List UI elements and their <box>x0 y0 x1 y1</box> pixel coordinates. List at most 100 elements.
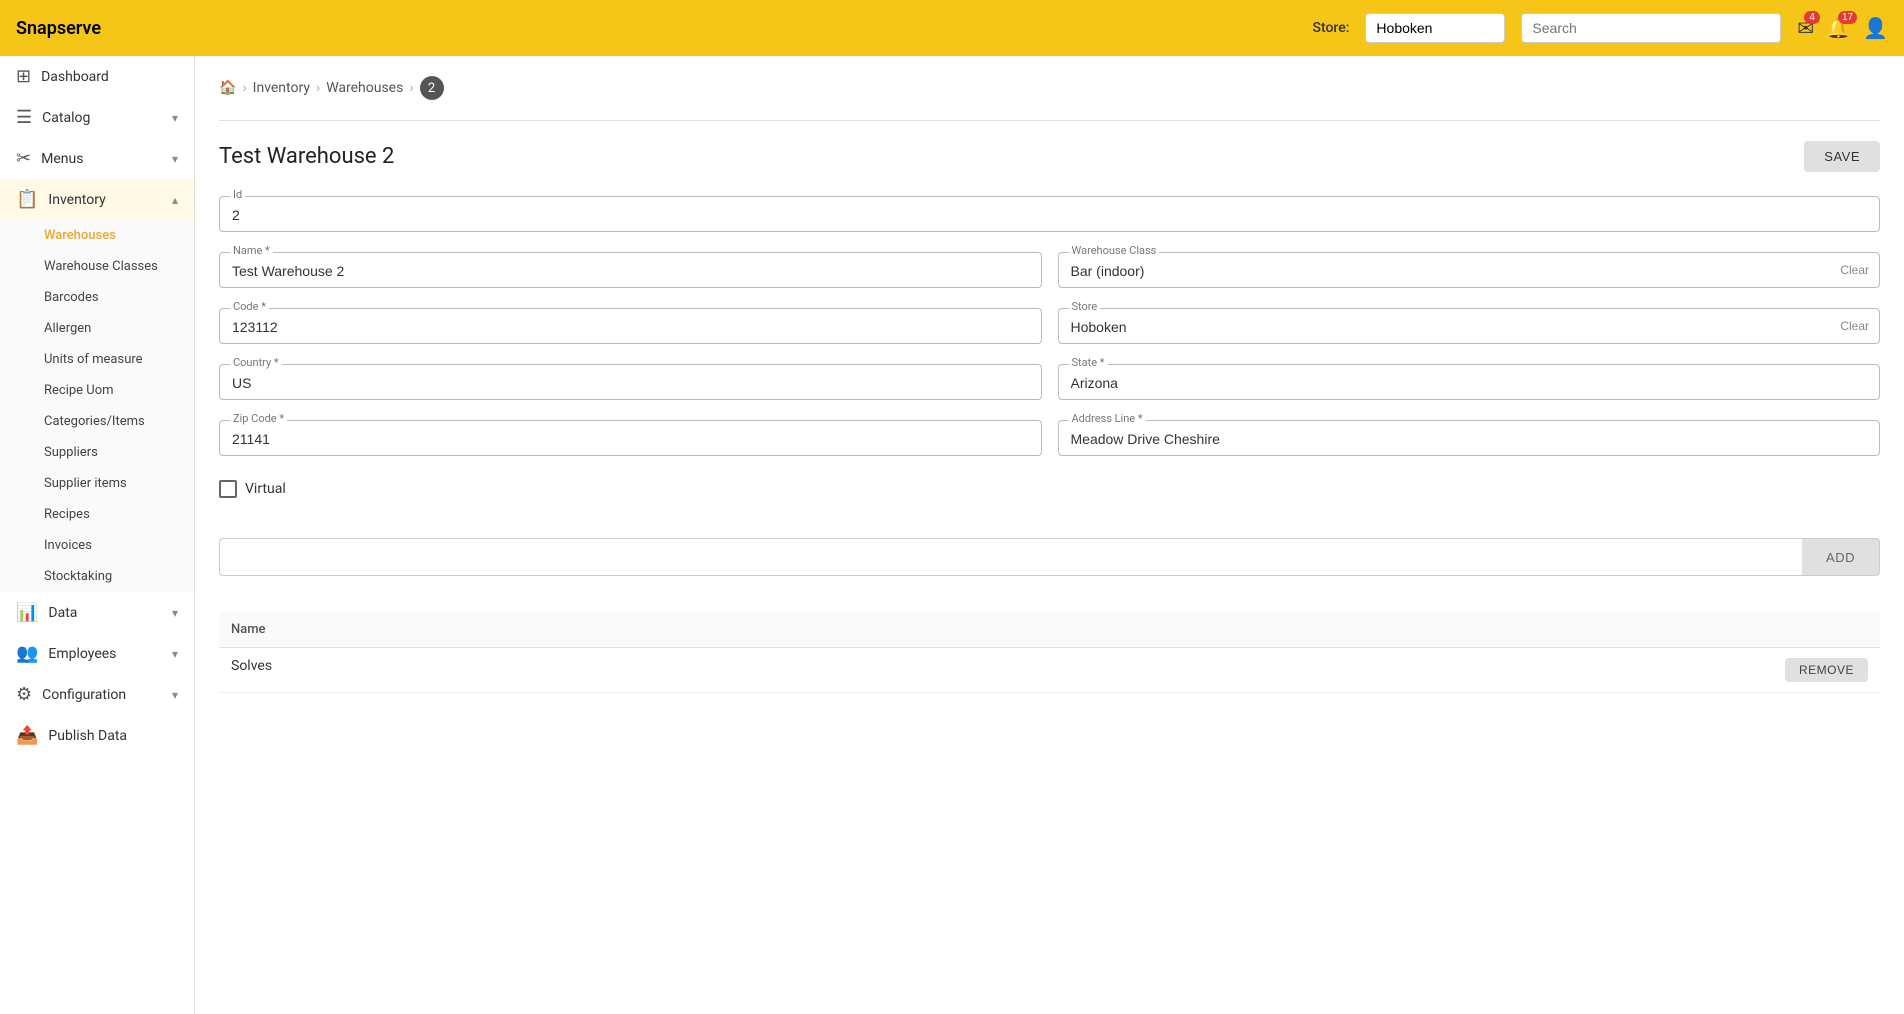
sidebar-item-label: Data <box>48 605 162 621</box>
sidebar-item-menus[interactable]: ✂ Menus ▾ <box>0 138 194 179</box>
sidebar-item-categories-items[interactable]: Categories/Items <box>0 406 194 437</box>
mail-button[interactable]: ✉ 4 <box>1797 16 1814 41</box>
field-id-input[interactable] <box>232 205 1867 225</box>
sidebar-item-employees[interactable]: 👥 Employees ▾ <box>0 633 194 674</box>
sidebar-item-publish-data[interactable]: 📤 Publish Data <box>0 715 194 756</box>
field-code: Code * <box>219 308 1042 344</box>
breadcrumb-inventory[interactable]: Inventory <box>253 80 310 96</box>
table-row: Solves REMOVE <box>219 648 1880 693</box>
field-address: Address Line * <box>1058 420 1881 456</box>
field-warehouse-class-input[interactable] <box>1071 261 1868 281</box>
virtual-label: Virtual <box>245 481 286 497</box>
chevron-down-icon: ▾ <box>172 606 178 620</box>
publish-data-icon: 📤 <box>16 725 38 746</box>
field-zip: Zip Code * <box>219 420 1042 456</box>
add-row: ADD <box>219 538 1880 576</box>
configuration-icon: ⚙ <box>16 684 32 705</box>
field-code-input[interactable] <box>232 317 1029 337</box>
field-address-label: Address Line * <box>1069 412 1146 425</box>
sidebar-item-suppliers[interactable]: Suppliers <box>0 437 194 468</box>
form-row-name: Name * Warehouse Class Clear <box>219 252 1880 288</box>
save-button[interactable]: SAVE <box>1804 141 1880 172</box>
form-row-code: Code * Store Clear <box>219 308 1880 344</box>
sidebar-item-label: Configuration <box>42 687 162 703</box>
dashboard-icon: ⊞ <box>16 66 31 87</box>
chevron-down-icon: ▾ <box>172 111 178 125</box>
field-state: State * <box>1058 364 1881 400</box>
sidebar-item-label: Publish Data <box>48 728 178 744</box>
field-state-label: State * <box>1069 356 1108 369</box>
form-row-id: Id <box>219 196 1880 232</box>
employees-icon: 👥 <box>16 643 38 664</box>
data-table: Name Solves REMOVE <box>219 612 1880 693</box>
field-name-input[interactable] <box>232 261 1029 281</box>
sidebar-item-data[interactable]: 📊 Data ▾ <box>0 592 194 633</box>
header-icons: ✉ 4 🔔 17 👤 <box>1797 16 1888 41</box>
sidebar-item-warehouses[interactable]: Warehouses <box>0 220 194 251</box>
field-country: Country * <box>219 364 1042 400</box>
page-header: Test Warehouse 2 SAVE <box>219 141 1880 172</box>
field-id-label: Id <box>230 188 245 201</box>
data-icon: 📊 <box>16 602 38 623</box>
form-row-zip: Zip Code * Address Line * <box>219 420 1880 456</box>
sidebar-item-barcodes[interactable]: Barcodes <box>0 282 194 313</box>
sidebar-item-warehouse-classes[interactable]: Warehouse Classes <box>0 251 194 282</box>
field-country-label: Country * <box>230 356 282 369</box>
search-input[interactable] <box>1521 13 1781 43</box>
sidebar-item-allergen[interactable]: Allergen <box>0 313 194 344</box>
virtual-checkbox[interactable] <box>219 480 237 498</box>
sidebar-item-invoices[interactable]: Invoices <box>0 530 194 561</box>
field-zip-input[interactable] <box>232 429 1029 449</box>
page-title: Test Warehouse 2 <box>219 144 394 169</box>
page-divider <box>219 120 1880 121</box>
sidebar-item-catalog[interactable]: ☰ Catalog ▾ <box>0 97 194 138</box>
sidebar-item-configuration[interactable]: ⚙ Configuration ▾ <box>0 674 194 715</box>
breadcrumb-home[interactable]: 🏠 <box>219 80 236 96</box>
field-state-input[interactable] <box>1071 373 1868 393</box>
main-content: 🏠 › Inventory › Warehouses › 2 Test Ware… <box>195 56 1904 1014</box>
field-store-input[interactable] <box>1071 317 1868 337</box>
sidebar-item-label: Employees <box>48 646 162 662</box>
remove-button[interactable]: REMOVE <box>1785 658 1868 682</box>
notification-button[interactable]: 🔔 17 <box>1826 16 1851 41</box>
form-section: Id Name * Warehouse Class Clear <box>219 196 1880 693</box>
breadcrumb-sep: › <box>409 80 413 96</box>
add-input[interactable] <box>219 538 1802 576</box>
sidebar-item-inventory[interactable]: 📋 Inventory ▴ <box>0 179 194 220</box>
sidebar-item-label: Catalog <box>42 110 162 126</box>
inventory-icon: 📋 <box>16 189 38 210</box>
store-clear-button[interactable]: Clear <box>1840 319 1869 333</box>
chevron-down-icon: ▾ <box>172 688 178 702</box>
menus-icon: ✂ <box>16 148 31 169</box>
breadcrumb-current-id: 2 <box>420 76 444 100</box>
field-warehouse-class-label: Warehouse Class <box>1069 244 1160 257</box>
virtual-checkbox-row: Virtual <box>219 476 1880 502</box>
sidebar-item-recipe-uom[interactable]: Recipe Uom <box>0 375 194 406</box>
chevron-down-icon: ▾ <box>172 647 178 661</box>
sidebar-item-stocktaking[interactable]: Stocktaking <box>0 561 194 592</box>
store-input[interactable] <box>1365 13 1505 43</box>
sidebar: ⊞ Dashboard ☰ Catalog ▾ ✂ Menus ▾ 📋 Inve… <box>0 56 195 1014</box>
notification-badge: 17 <box>1838 11 1857 24</box>
store-label: Store: <box>1312 20 1349 36</box>
form-row-country: Country * State * <box>219 364 1880 400</box>
breadcrumb-warehouses[interactable]: Warehouses <box>326 80 403 96</box>
sidebar-inventory-submenu: Warehouses Warehouse Classes Barcodes Al… <box>0 220 194 592</box>
user-avatar-button[interactable]: 👤 <box>1863 16 1888 41</box>
sidebar-item-dashboard[interactable]: ⊞ Dashboard <box>0 56 194 97</box>
chevron-down-icon: ▾ <box>172 152 178 166</box>
add-button[interactable]: ADD <box>1802 538 1880 576</box>
sidebar-item-units-of-measure[interactable]: Units of measure <box>0 344 194 375</box>
header: Snapserve Store: ✉ 4 🔔 17 👤 <box>0 0 1904 56</box>
field-id: Id <box>219 196 1880 232</box>
sidebar-item-supplier-items[interactable]: Supplier items <box>0 468 194 499</box>
field-country-input[interactable] <box>232 373 1029 393</box>
field-zip-label: Zip Code * <box>230 412 287 425</box>
field-warehouse-class: Warehouse Class Clear <box>1058 252 1881 288</box>
field-name: Name * <box>219 252 1042 288</box>
sidebar-item-recipes[interactable]: Recipes <box>0 499 194 530</box>
sidebar-item-label: Menus <box>41 151 162 167</box>
warehouse-class-clear-button[interactable]: Clear <box>1840 263 1869 277</box>
field-code-label: Code * <box>230 300 269 313</box>
field-address-input[interactable] <box>1071 429 1868 449</box>
